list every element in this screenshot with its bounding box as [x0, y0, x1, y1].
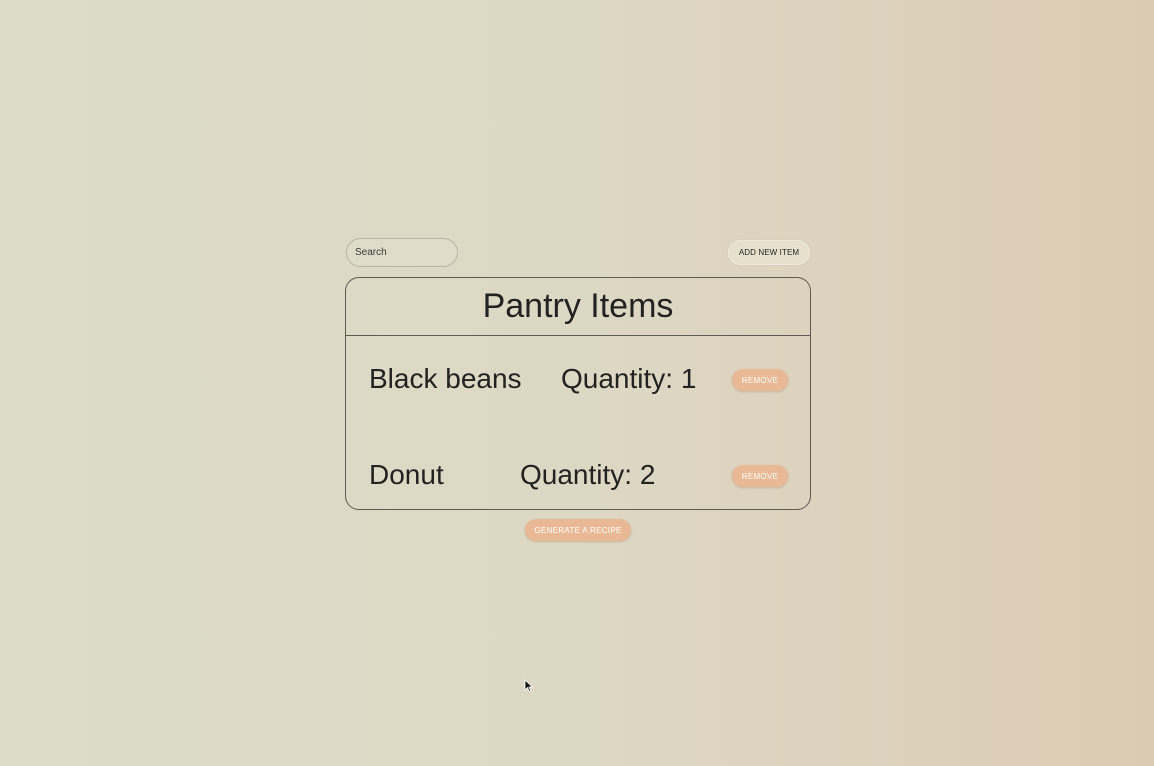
mouse-pointer-icon: [524, 679, 534, 693]
remove-button[interactable]: REMOVE: [732, 465, 788, 487]
remove-button[interactable]: REMOVE: [732, 369, 788, 391]
list-item: Donut Quantity: 2 REMOVE: [346, 455, 810, 495]
item-quantity: Quantity: 1: [561, 363, 697, 394]
item-name: Donut: [369, 459, 444, 490]
search-input[interactable]: [346, 238, 458, 267]
panel-title: Pantry Items: [346, 278, 810, 336]
list-item: Black beans Quantity: 1 REMOVE: [346, 359, 810, 399]
item-quantity: Quantity: 2: [520, 459, 656, 490]
pantry-items-panel: Pantry Items Black beans Quantity: 1 REM…: [345, 277, 811, 510]
generate-recipe-button[interactable]: GENERATE A RECIPE: [525, 519, 631, 541]
item-name: Black beans: [369, 363, 522, 394]
add-new-item-button[interactable]: ADD NEW ITEM: [728, 240, 810, 265]
